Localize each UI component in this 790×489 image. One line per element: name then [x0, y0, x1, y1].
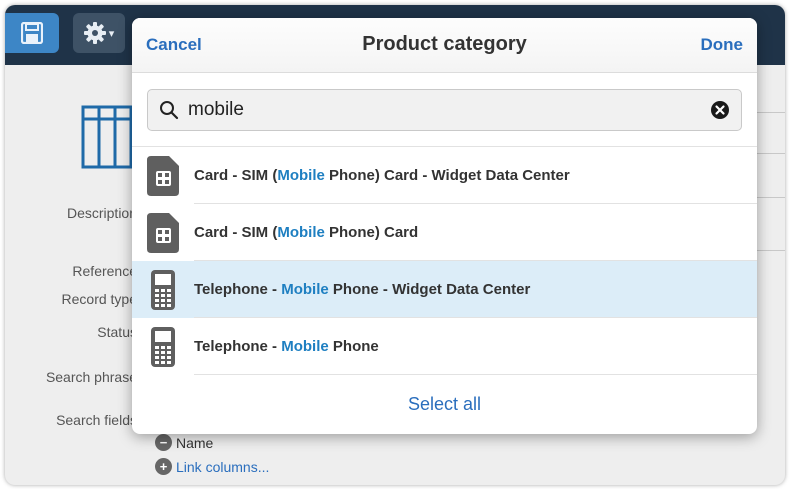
search-match-highlight: Mobile	[277, 224, 325, 241]
clear-search-icon[interactable]	[711, 101, 729, 119]
floppy-disk-icon	[21, 22, 43, 44]
link-columns-link[interactable]: + Link columns...	[155, 458, 269, 475]
product-category-dialog: Cancel Product category Done mobile Card…	[132, 18, 757, 434]
search-fields-label: Search fields	[56, 412, 137, 428]
search-box	[147, 89, 742, 131]
search-match-highlight: Mobile	[281, 281, 329, 298]
sim-card-icon	[147, 155, 179, 196]
gear-icon	[83, 22, 106, 44]
settings-menu-button[interactable]: ▾	[73, 13, 125, 53]
field-divider	[757, 250, 785, 251]
field-divider	[757, 197, 785, 198]
search-phrase-label: Search phrase	[45, 369, 137, 385]
results-list: Card - SIM (Mobile Phone) Card - Widget …	[132, 146, 757, 375]
search-input[interactable]	[186, 96, 696, 124]
result-label: Card - SIM (Mobile Phone) Card - Widget …	[194, 167, 570, 184]
sim-card-icon	[147, 212, 179, 253]
list-item[interactable]: Card - SIM (Mobile Phone) Card	[132, 204, 757, 261]
done-button[interactable]: Done	[701, 35, 744, 55]
add-icon: +	[155, 458, 172, 475]
mobile-phone-icon	[151, 326, 175, 367]
mobile-phone-icon	[151, 269, 175, 310]
list-item[interactable]: Telephone - Mobile Phone - Widget Data C…	[132, 261, 757, 318]
chevron-down-icon: ▾	[108, 27, 115, 40]
search-match-highlight: Mobile	[281, 338, 329, 355]
dialog-title: Product category	[362, 33, 527, 55]
result-label: Telephone - Mobile Phone - Widget Data C…	[194, 281, 531, 298]
list-item[interactable]: Telephone - Mobile Phone	[132, 318, 757, 375]
field-divider	[757, 153, 785, 154]
field-divider	[757, 112, 785, 113]
result-label: Card - SIM (Mobile Phone) Card	[194, 224, 419, 241]
search-match-highlight: Mobile	[277, 167, 325, 184]
reference-label: Reference	[72, 263, 137, 279]
link-columns-label: Link columns...	[176, 458, 270, 475]
search-icon	[160, 101, 179, 120]
search-field-name-label: Name	[176, 434, 214, 451]
status-label: Status	[97, 324, 137, 340]
list-item[interactable]: Card - SIM (Mobile Phone) Card - Widget …	[132, 147, 757, 204]
table-icon	[81, 105, 133, 169]
description-label: Description	[66, 205, 137, 221]
remove-icon[interactable]: −	[155, 434, 172, 451]
record-type-label: Record type	[61, 291, 137, 307]
dialog-header: Cancel Product category Done	[132, 18, 757, 73]
result-label: Telephone - Mobile Phone	[194, 338, 379, 355]
save-button[interactable]	[5, 13, 59, 53]
select-all-button[interactable]: Select all	[132, 394, 757, 415]
search-field-name-item: − Name	[155, 434, 213, 451]
